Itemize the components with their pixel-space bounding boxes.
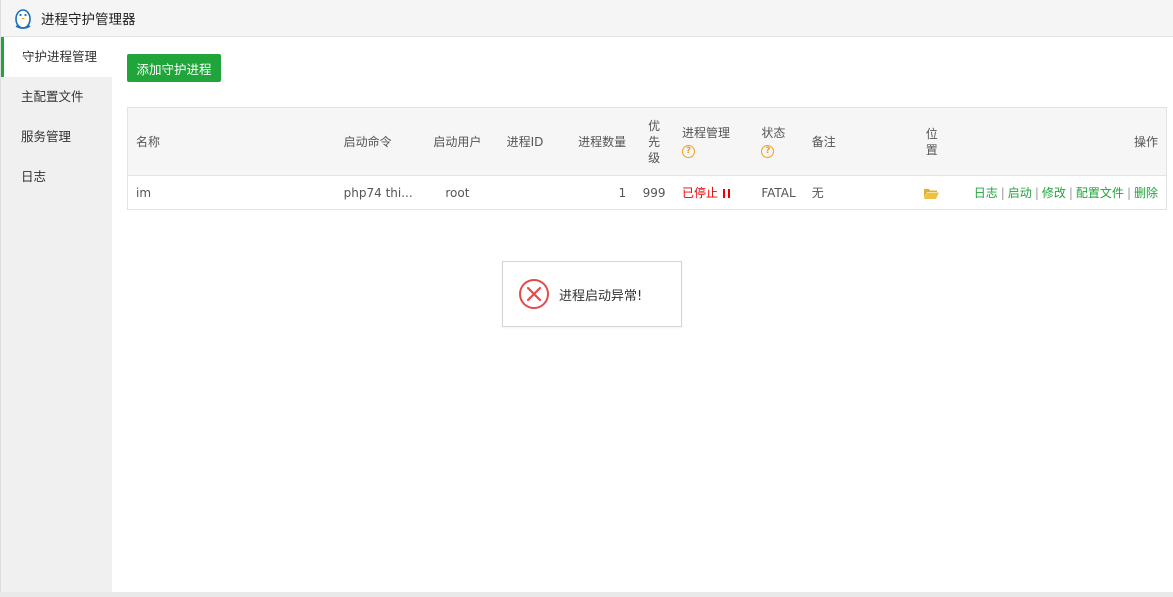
error-toast: 进程启动异常! <box>502 261 682 327</box>
header-cmd: 启动命令 <box>335 107 422 176</box>
header-pid: 进程ID <box>493 107 557 176</box>
pause-icon[interactable] <box>723 189 731 198</box>
process-manager-window: 进程守护管理器 守护进程管理 主配置文件 服务管理 日志 添加守护进程 名称 启… <box>0 0 1173 592</box>
cell-manager[interactable]: 已停止 <box>674 176 753 210</box>
cell-priority: 999 <box>642 185 666 200</box>
sidebar-item-main-config[interactable]: 主配置文件 <box>1 77 112 117</box>
cell-name: im <box>136 185 152 200</box>
header-name: 名称 <box>127 107 336 176</box>
header-position: 位 置 <box>916 107 948 176</box>
sidebar-item-daemon-manage[interactable]: 守护进程管理 <box>1 37 112 77</box>
cell-num: 1 <box>618 185 627 200</box>
cell-user: root <box>445 185 470 200</box>
help-icon[interactable]: ? <box>761 145 775 158</box>
penguin-logo-icon <box>13 7 33 29</box>
header-note: 备注 <box>803 107 917 176</box>
help-icon[interactable]: ? <box>682 145 696 158</box>
header-priority: 优 先 级 <box>634 107 675 176</box>
cell-position[interactable] <box>916 176 947 210</box>
error-x-icon <box>519 279 549 309</box>
window-title: 进程守护管理器 <box>41 12 136 28</box>
cell-ops: 日志 | 启动 | 修改 | 配置文件 | 删除 <box>973 186 1158 200</box>
sidebar-item-logs[interactable]: 日志 <box>1 157 112 197</box>
cell-state: FATAL <box>761 185 796 200</box>
table-row: im php74 thi... root 1 999 已停止 FATAL 无 日… <box>128 176 1167 210</box>
cell-cmd: php74 thi... <box>343 185 413 200</box>
header-num: 进程数量 <box>556 107 635 176</box>
header-ops: 操作 <box>947 107 1167 176</box>
toast-message: 进程启动异常! <box>559 288 643 304</box>
start-link[interactable]: 启动 <box>1008 186 1032 200</box>
table-header-row: 名称 启动命令 启动用户 进程ID 进程数量 优 先 级 进程管理 ? 状态 ?… <box>127 107 1167 176</box>
edit-link[interactable]: 修改 <box>1042 186 1066 200</box>
header-manager: 进程管理 ? <box>674 107 754 176</box>
config-file-link[interactable]: 配置文件 <box>1076 186 1124 200</box>
cell-pid <box>493 176 556 210</box>
header-user: 启动用户 <box>421 107 494 176</box>
header-state: 状态 ? <box>753 107 804 176</box>
title-bar: 进程守护管理器 <box>1 0 1173 37</box>
log-link[interactable]: 日志 <box>974 186 998 200</box>
folder-open-icon[interactable] <box>924 188 940 199</box>
add-daemon-button[interactable]: 添加守护进程 <box>127 54 221 82</box>
sidebar: 守护进程管理 主配置文件 服务管理 日志 <box>1 37 112 592</box>
process-table: 名称 启动命令 启动用户 进程ID 进程数量 优 先 级 进程管理 ? 状态 ?… <box>127 107 1167 210</box>
cell-note: 无 <box>811 186 824 200</box>
delete-link[interactable]: 删除 <box>1134 186 1158 200</box>
sidebar-item-service-manage[interactable]: 服务管理 <box>1 117 112 157</box>
stopped-status[interactable]: 已停止 <box>682 186 718 200</box>
